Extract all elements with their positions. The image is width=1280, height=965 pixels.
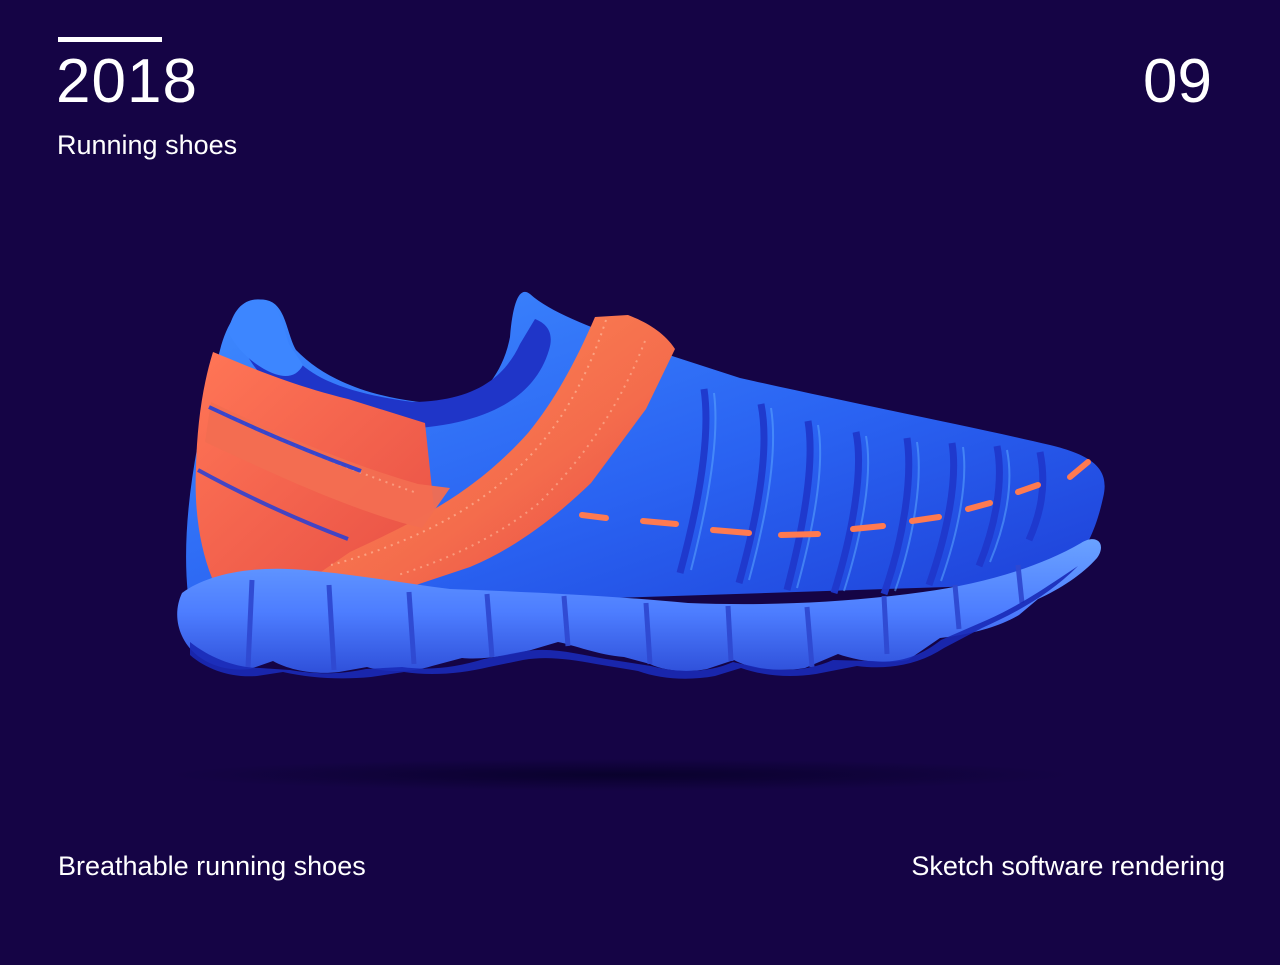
right-caption: Sketch software rendering [911,851,1225,881]
shoe-illustration [0,0,1280,960]
running-shoe-icon [170,291,1105,791]
shoe-shadow [170,759,1070,791]
left-caption: Breathable running shoes [58,851,366,881]
